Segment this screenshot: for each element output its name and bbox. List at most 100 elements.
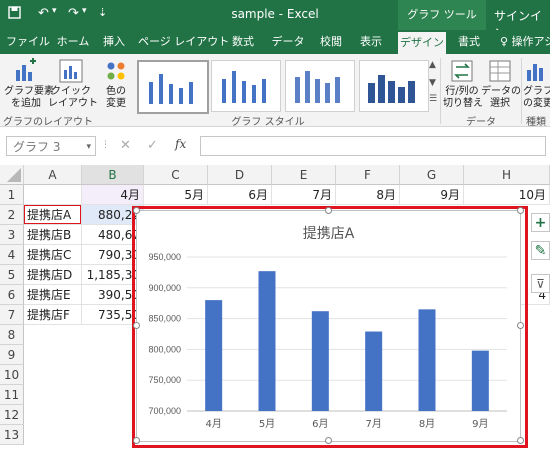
resize-handle-bottom-right[interactable]: [517, 437, 524, 444]
cell-f1[interactable]: 8月: [336, 185, 400, 205]
undo-dropdown-icon[interactable]: ▾: [52, 6, 57, 16]
cell-h1[interactable]: 10月: [464, 185, 550, 205]
resize-handle-bottom[interactable]: [325, 437, 332, 444]
tab-format[interactable]: 書式: [452, 30, 486, 54]
row-header-12[interactable]: 12: [0, 405, 24, 425]
cell-a7[interactable]: 提携店F: [24, 305, 82, 325]
tab-review[interactable]: 校閲: [314, 30, 348, 54]
change-chart-type-button[interactable]: グラフの種 の変更: [523, 58, 550, 110]
resize-handle-bottom-left[interactable]: [133, 437, 140, 444]
bar[interactable]: [311, 311, 329, 411]
chart-style-2[interactable]: [211, 60, 281, 112]
add-chart-element-icon: [16, 58, 36, 81]
cell-c1[interactable]: 5月: [144, 185, 208, 205]
chart-filters-funnel-icon[interactable]: ⊽: [531, 274, 550, 293]
resize-handle-top-right[interactable]: [517, 207, 524, 214]
bar[interactable]: [365, 331, 383, 411]
tab-insert[interactable]: 挿入: [98, 30, 130, 54]
tab-design[interactable]: デザイン: [398, 32, 446, 54]
row-header-13[interactable]: 13: [0, 425, 24, 445]
bar[interactable]: [205, 300, 223, 411]
column-header-a[interactable]: A: [24, 165, 82, 185]
insert-function-icon[interactable]: fx: [175, 137, 186, 151]
name-box[interactable]: グラフ 3 ▾: [6, 136, 96, 156]
chart-styles-brush-icon[interactable]: ✎: [531, 241, 550, 260]
column-header-h[interactable]: H: [464, 165, 550, 185]
column-header-d[interactable]: D: [208, 165, 272, 185]
cell-a3[interactable]: 提携店B: [24, 225, 82, 245]
row-header-5[interactable]: 5: [0, 265, 24, 285]
cell-b1[interactable]: 4月: [82, 185, 144, 205]
tab-page-layout[interactable]: ページ レイアウト: [138, 30, 229, 54]
column-header-b[interactable]: B: [82, 165, 144, 185]
resize-handle-top[interactable]: [325, 207, 332, 214]
row-header-7[interactable]: 7: [0, 305, 24, 325]
add-chart-element-button[interactable]: グラフ要素 を追加: [4, 58, 54, 110]
chart-elements-plus-icon[interactable]: +: [531, 213, 550, 232]
cell-e1[interactable]: 7月: [272, 185, 336, 205]
style-more-icon[interactable]: ☰: [429, 94, 437, 104]
chart-style-1-preview: [149, 74, 193, 104]
style-scroll-up-icon[interactable]: ▲: [429, 60, 436, 70]
chart-style-3[interactable]: [285, 60, 355, 112]
cell-b3[interactable]: 480,67: [82, 225, 144, 245]
tell-me-box[interactable]: ♀ 操作アシ: [500, 30, 550, 54]
redo-icon[interactable]: ↷: [68, 6, 79, 21]
customize-qat-icon[interactable]: ⇣: [98, 6, 107, 19]
style-scroll-down-icon[interactable]: ▼: [429, 78, 436, 88]
column-header-c[interactable]: C: [144, 165, 208, 185]
save-icon[interactable]: [8, 6, 21, 23]
cell-a6[interactable]: 提携店E: [24, 285, 82, 305]
undo-icon[interactable]: ↶: [38, 6, 49, 21]
row-header-10[interactable]: 10: [0, 365, 24, 385]
cell-b5[interactable]: 1,185,30: [82, 265, 144, 285]
tab-home[interactable]: ホーム: [52, 30, 94, 54]
cell-a2[interactable]: 提携店A: [24, 205, 82, 225]
enter-icon[interactable]: ✓: [147, 138, 158, 153]
cell-b6[interactable]: 390,50: [82, 285, 144, 305]
tab-view[interactable]: 表示: [354, 30, 388, 54]
cancel-icon[interactable]: ✕: [120, 138, 131, 153]
redo-dropdown-icon[interactable]: ▾: [82, 6, 87, 16]
cell-a5[interactable]: 提携店D: [24, 265, 82, 285]
chart-style-1[interactable]: [137, 60, 209, 114]
column-header-g[interactable]: G: [400, 165, 464, 185]
resize-handle-right[interactable]: [517, 322, 524, 329]
row-header-1[interactable]: 1: [0, 185, 24, 205]
cell-a4[interactable]: 提携店C: [24, 245, 82, 265]
cell-g1[interactable]: 9月: [400, 185, 464, 205]
chart-object[interactable]: 提携店A 700,000 750,000 800,000 850,000 900,000…: [136, 210, 521, 442]
tab-data[interactable]: データ: [268, 30, 308, 54]
row-header-8[interactable]: 8: [0, 325, 24, 345]
bar[interactable]: [258, 271, 276, 411]
row-header-6[interactable]: 6: [0, 285, 24, 305]
bar[interactable]: [418, 309, 436, 411]
tab-formulas[interactable]: 数式: [226, 30, 260, 54]
quick-layout-button[interactable]: クイック レイアウト: [48, 58, 98, 110]
chart-style-4[interactable]: [359, 60, 429, 112]
row-header-9[interactable]: 9: [0, 345, 24, 365]
resize-handle-top-left[interactable]: [133, 207, 140, 214]
column-header-e[interactable]: E: [272, 165, 336, 185]
x-tick-label: 4月: [205, 418, 221, 430]
column-header-f[interactable]: F: [336, 165, 400, 185]
cell-b4[interactable]: 790,30: [82, 245, 144, 265]
y-tick-label: 850,000: [148, 314, 181, 324]
name-box-dropdown-icon[interactable]: ▾: [86, 137, 91, 157]
switch-row-column-button[interactable]: 行/列の 切り替え: [443, 58, 483, 110]
row-header-2[interactable]: 2: [0, 205, 24, 225]
chart-tools-context-tab: グラフ ツール: [398, 0, 486, 30]
bar[interactable]: [471, 350, 489, 411]
row-header-11[interactable]: 11: [0, 385, 24, 405]
cell-d1[interactable]: 6月: [208, 185, 272, 205]
x-tick-label: 6月: [312, 418, 328, 430]
row-header-3[interactable]: 3: [0, 225, 24, 245]
cell-a1[interactable]: [24, 185, 82, 205]
resize-handle-left[interactable]: [133, 322, 140, 329]
formula-input[interactable]: [200, 136, 546, 156]
change-colors-button[interactable]: 色の 変更: [98, 58, 134, 110]
row-header-4[interactable]: 4: [0, 245, 24, 265]
select-all-corner[interactable]: [0, 165, 24, 185]
tab-file[interactable]: ファイル: [6, 30, 50, 54]
select-data-button[interactable]: データの 選択: [481, 58, 521, 110]
